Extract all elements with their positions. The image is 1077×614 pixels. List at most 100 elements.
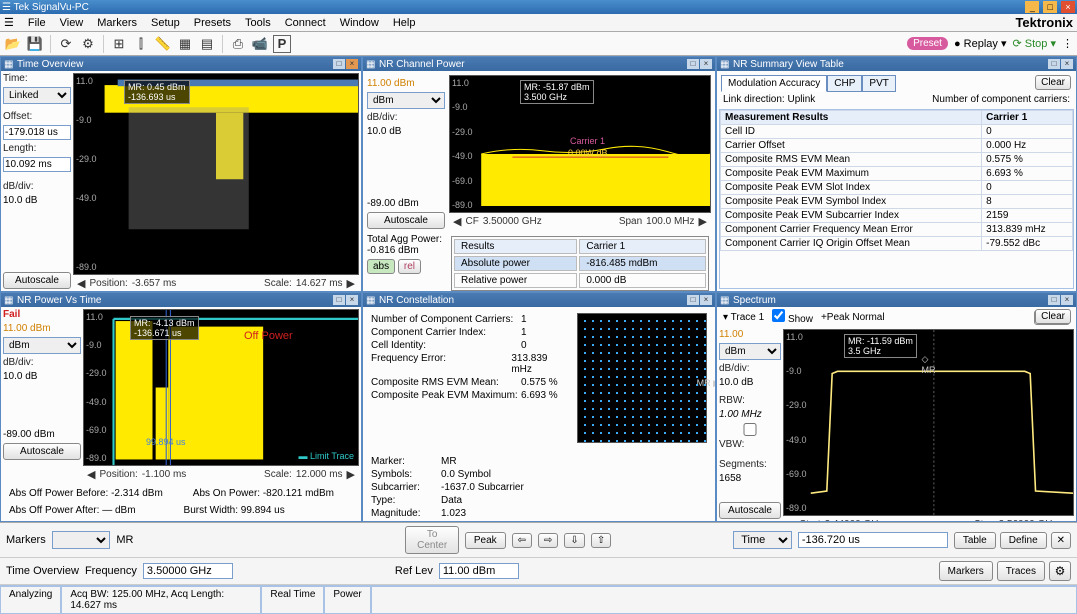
menu-window[interactable]: Window xyxy=(340,17,379,29)
markers-select[interactable] xyxy=(52,531,111,549)
panel-icon: ▦ xyxy=(366,295,376,305)
channel-power-plot[interactable]: 11.0 -9.0 -29.0 -49.0 -69.0 -89.0 MR: -5… xyxy=(449,75,711,213)
autoscale-button[interactable]: Autoscale xyxy=(719,502,781,519)
panel-close-button[interactable]: × xyxy=(1061,295,1073,305)
ref-lev-input[interactable] xyxy=(439,563,519,579)
pvt-plot[interactable]: 11.0 -9.0 -29.0 -49.0 -69.0 -89.0 xyxy=(83,309,359,466)
peak-up-button[interactable]: ⇧ xyxy=(591,533,611,548)
panel-close-button[interactable]: × xyxy=(346,59,358,69)
menu-bar: ☰ File View Markers Setup Presets Tools … xyxy=(0,14,1077,32)
pos-right-icon[interactable]: ▶ xyxy=(347,277,355,290)
grid-icon[interactable]: ▦ xyxy=(176,35,194,53)
unit-select[interactable]: dBm xyxy=(3,337,81,354)
close-markers-button[interactable]: ✕ xyxy=(1051,532,1071,549)
spectrum-plot[interactable]: 11.0 -9.0 -29.0 -49.0 -69.0 -89.0 MR: -1… xyxy=(783,329,1074,516)
refresh-icon[interactable]: ⟳ xyxy=(57,35,75,53)
minimize-button[interactable]: _ xyxy=(1025,1,1039,13)
stop-control[interactable]: ⟳ Stop ▾ xyxy=(1013,37,1057,50)
menu-setup[interactable]: Setup xyxy=(151,17,180,29)
peak-button[interactable]: Peak xyxy=(465,532,506,549)
peak-left-button[interactable]: ⇦ xyxy=(512,533,532,548)
define-button[interactable]: Define xyxy=(1000,532,1047,549)
menu-connect[interactable]: Connect xyxy=(285,17,326,29)
abs-button[interactable]: abs xyxy=(367,259,395,274)
length-input[interactable] xyxy=(3,157,71,172)
panel-max-button[interactable]: □ xyxy=(333,295,345,305)
display-icon[interactable]: ⊞ xyxy=(110,35,128,53)
panel-spectrum: ▦Spectrum □× ▾ Trace 1 Show +Peak Normal… xyxy=(716,292,1077,522)
panel-close-button[interactable]: × xyxy=(700,295,712,305)
panel-max-button[interactable]: □ xyxy=(333,59,345,69)
to-center-button[interactable]: To Center xyxy=(405,526,458,554)
panel-max-button[interactable]: □ xyxy=(1048,295,1060,305)
limit-trace-legend: ▬ Limit Trace xyxy=(298,451,354,461)
offset-input[interactable] xyxy=(3,125,71,140)
gear-icon[interactable]: ⚙ xyxy=(79,35,97,53)
panel-icon: ▦ xyxy=(4,295,14,305)
p-icon[interactable]: P xyxy=(273,35,291,53)
close-button[interactable]: × xyxy=(1061,1,1075,13)
tab-pvt[interactable]: PVT xyxy=(862,75,895,92)
more-icon[interactable]: ⋮ xyxy=(1062,37,1073,50)
panel-icon: ▦ xyxy=(720,295,730,305)
summary-table[interactable]: Measurement ResultsCarrier 1 Cell ID0 Ca… xyxy=(719,109,1074,289)
panel-close-button[interactable]: × xyxy=(1061,59,1073,69)
ruler-icon[interactable]: 📏 xyxy=(154,35,172,53)
peak-down-button[interactable]: ⇩ xyxy=(564,533,584,548)
tab-chp[interactable]: CHP xyxy=(827,75,862,92)
settings-gear-button[interactable]: ⚙ xyxy=(1049,561,1071,581)
panel-max-button[interactable]: □ xyxy=(1048,59,1060,69)
chart-icon[interactable]: ⫿ xyxy=(132,35,150,53)
marker-readout: MR: 0.45 dBm -136.693 us xyxy=(124,80,190,104)
off-power-label: Off Power xyxy=(244,330,293,342)
pos-left-icon[interactable]: ◀ xyxy=(77,277,85,290)
app-icon: ☰ xyxy=(2,2,11,13)
time-overview-label: Time Overview xyxy=(6,565,79,577)
maximize-button[interactable]: □ xyxy=(1043,1,1057,13)
time-mode-select[interactable]: Time xyxy=(733,531,792,549)
open-icon[interactable]: 📂 xyxy=(4,35,22,53)
menu-file[interactable]: File xyxy=(28,17,46,29)
constellation-plot[interactable]: MR ▶ xyxy=(577,313,707,443)
show-checkbox[interactable]: Show xyxy=(772,309,813,325)
menu-tools[interactable]: Tools xyxy=(245,17,271,29)
power-label: 0.00W dB xyxy=(568,148,608,158)
replay-control[interactable]: ● Replay ▾ xyxy=(954,37,1007,50)
unit-select[interactable]: dBm xyxy=(719,343,781,360)
markers-button[interactable]: Markers xyxy=(939,561,993,581)
panel-close-button[interactable]: × xyxy=(346,295,358,305)
preset-button[interactable]: Preset xyxy=(907,37,948,50)
autoscale-button[interactable]: Autoscale xyxy=(3,443,81,460)
trace-dropdown[interactable]: ▾ Trace 1 xyxy=(723,312,764,323)
camera-icon[interactable]: 📹 xyxy=(251,35,269,53)
panel-close-button[interactable]: × xyxy=(700,59,712,69)
autoscale-button[interactable]: Autoscale xyxy=(367,212,445,229)
menu-markers[interactable]: Markers xyxy=(97,17,137,29)
traces-button[interactable]: Traces xyxy=(997,561,1045,581)
unit-select[interactable]: dBm xyxy=(367,92,445,109)
panel-constellation: ▦NR Constellation □× Number of Component… xyxy=(362,292,716,522)
app-title: Tek SignalVu-PC xyxy=(14,2,89,13)
tab-mod-accuracy[interactable]: Modulation Accuracy xyxy=(721,75,827,92)
snapshot-icon[interactable]: ⎙ xyxy=(229,35,247,53)
carrier-label: Carrier 1 xyxy=(570,136,605,146)
rel-button[interactable]: rel xyxy=(398,259,421,274)
autoscale-button[interactable]: Autoscale xyxy=(3,272,71,289)
vbw-checkbox[interactable]: VBW: xyxy=(719,423,781,450)
save-icon[interactable]: 💾 xyxy=(26,35,44,53)
panel-max-button[interactable]: □ xyxy=(687,295,699,305)
layers-icon[interactable]: ▤ xyxy=(198,35,216,53)
menu-presets[interactable]: Presets xyxy=(194,17,231,29)
setup-icon[interactable]: ☰ xyxy=(4,16,14,29)
table-button[interactable]: Table xyxy=(954,532,996,549)
time-value-input[interactable] xyxy=(798,532,948,548)
frequency-input[interactable] xyxy=(143,563,233,579)
menu-help[interactable]: Help xyxy=(393,17,416,29)
top-value: 11.00 dBm xyxy=(367,78,445,89)
time-overview-plot[interactable]: 11.0 -9.0 -29.0 -49.0 -89.0 MR: 0.45 dBm… xyxy=(73,73,359,275)
menu-view[interactable]: View xyxy=(60,17,84,29)
peak-right-button[interactable]: ⇨ xyxy=(538,533,558,548)
marker-readout: MR: -11.59 dBm 3.5 GHz xyxy=(844,334,917,358)
panel-max-button[interactable]: □ xyxy=(687,59,699,69)
time-select[interactable]: Linked xyxy=(3,87,71,104)
